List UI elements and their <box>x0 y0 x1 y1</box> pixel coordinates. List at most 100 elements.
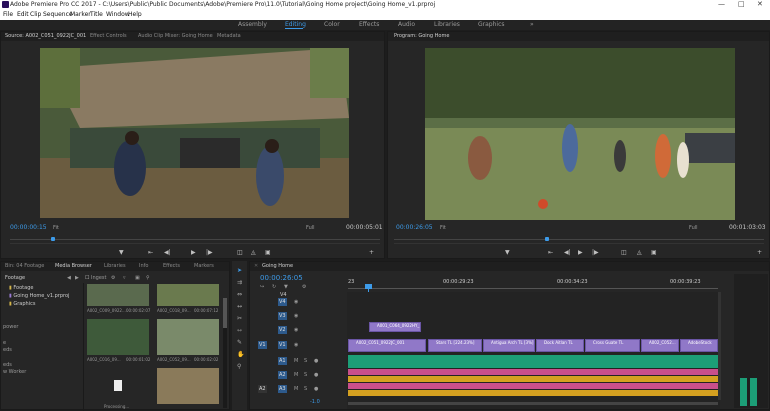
thumb-2[interactable] <box>157 284 219 306</box>
track-v4-target[interactable]: V4 <box>278 298 287 306</box>
ripple-edit-tool-icon[interactable]: ⇔ <box>237 291 244 298</box>
tab-source[interactable]: Source: A002_C051_0922JC_001 <box>5 33 86 39</box>
ingest-checkbox[interactable]: ☐ <box>85 275 89 281</box>
source-time-ruler[interactable] <box>10 239 380 240</box>
track-v1-target[interactable]: V1 <box>278 341 287 349</box>
audio-a3-music[interactable] <box>348 390 718 396</box>
timeline-settings-icon[interactable]: ⚙ <box>302 284 306 290</box>
source-a2-patch[interactable]: A2 <box>258 385 267 393</box>
workspace-color[interactable]: Color <box>324 21 340 28</box>
eye-icon[interactable]: ◉ <box>294 342 298 348</box>
workspace-effects[interactable]: Effects <box>359 21 379 28</box>
program-play-icon[interactable]: ▶ <box>578 249 583 256</box>
tab-media-browser[interactable]: Media Browser <box>55 263 92 269</box>
tab-effect-controls[interactable]: Effect Controls <box>90 33 127 39</box>
clip-v1-1[interactable]: A002_C051_0922JC_001 <box>348 339 426 352</box>
source-add-button-icon[interactable]: + <box>369 249 374 256</box>
tab-audio-clip-mixer[interactable]: Audio Clip Mixer: Going Home <box>138 33 213 39</box>
timeline-vertical-scrollbar[interactable] <box>718 292 721 400</box>
workspace-editing[interactable]: Editing <box>285 21 306 28</box>
clip-v2[interactable]: A001_C064_0922HY_ <box>369 322 421 332</box>
tab-program[interactable]: Program: Going Home <box>394 33 449 39</box>
menu-edit[interactable]: Edit <box>17 11 29 18</box>
linked-selection-icon[interactable]: ↻ <box>272 284 276 290</box>
mic-icon[interactable]: ● <box>314 386 318 392</box>
solo-icon[interactable]: S <box>304 386 307 392</box>
razor-tool-icon[interactable]: ✂ <box>237 315 244 322</box>
workspace-audio[interactable]: Audio <box>398 21 415 28</box>
eye-icon[interactable]: ◉ <box>294 327 298 333</box>
program-zoom-bar[interactable] <box>394 243 764 244</box>
workspace-graphics[interactable]: Graphics <box>478 21 505 28</box>
tab-going-home[interactable]: Going Home <box>262 263 293 269</box>
timeline-zoom-bar[interactable] <box>348 402 718 405</box>
program-fit-select[interactable]: Fit <box>440 225 446 231</box>
timeline-playhead-handle[interactable] <box>365 284 372 289</box>
program-add-button-icon[interactable]: + <box>757 249 762 256</box>
source-insert-icon[interactable]: ◫ <box>237 249 243 256</box>
program-step-forward-icon[interactable]: |▶ <box>592 249 599 256</box>
maximize-icon[interactable]: □ <box>738 0 745 8</box>
program-time-ruler[interactable] <box>394 239 764 240</box>
source-playhead[interactable] <box>51 237 55 241</box>
hand-tool-icon[interactable]: ✋ <box>237 351 244 358</box>
mic-icon[interactable]: ● <box>314 372 318 378</box>
menu-sequence[interactable]: Sequence <box>43 11 73 18</box>
search-icon[interactable]: ⚲ <box>146 275 150 281</box>
tree-item-project-file[interactable]: ▮ Going Home_v1.prproj <box>9 293 69 299</box>
source-go-in-icon[interactable]: ⇤ <box>148 249 153 256</box>
source-mark-in-icon[interactable]: ▼ <box>119 249 124 256</box>
track-v3-target[interactable]: V3 <box>278 312 287 320</box>
program-quality-select[interactable]: Full <box>689 225 698 231</box>
nav-forward-icon[interactable]: ▶ <box>75 275 79 281</box>
track-select-tool-icon[interactable]: ⇉ <box>237 279 244 286</box>
workspace-assembly[interactable]: Assembly <box>238 21 267 28</box>
program-step-back-icon[interactable]: ◀| <box>564 249 571 256</box>
track-a1-target[interactable]: A1 <box>278 357 287 365</box>
source-fit-select[interactable]: Fit <box>53 225 59 231</box>
pen-tool-icon[interactable]: ✎ <box>237 339 244 346</box>
tab-markers[interactable]: Markers <box>194 263 214 269</box>
slip-tool-icon[interactable]: ⇿ <box>237 327 244 334</box>
add-marker-icon[interactable]: ▼ <box>284 284 288 290</box>
clip-v1-3[interactable]: Antigua Arch TL [3%] <box>483 339 535 352</box>
clip-v1-7[interactable]: AdobeStock <box>680 339 718 352</box>
mic-icon[interactable]: ● <box>314 358 318 364</box>
folder-select[interactable]: Footage <box>5 275 25 281</box>
menu-clip[interactable]: Clip <box>30 11 41 18</box>
track-v2-target[interactable]: V2 <box>278 326 287 334</box>
scrollbar-thumb[interactable] <box>223 298 227 328</box>
mute-icon[interactable]: M <box>294 386 298 392</box>
clip-v1-4[interactable]: Dock Aitlan TL <box>536 339 584 352</box>
program-video-frame[interactable] <box>425 48 735 220</box>
source-timecode[interactable]: 00:00:00:15 <box>10 224 47 231</box>
menu-marker[interactable]: Marker <box>70 11 91 18</box>
nav-back-icon[interactable]: ◀ <box>67 275 71 281</box>
mute-icon[interactable]: M <box>294 372 298 378</box>
menu-file[interactable]: File <box>3 11 13 18</box>
timeline-timecode[interactable]: 00:00:26:05 <box>260 274 303 282</box>
selection-tool-icon[interactable]: ➤ <box>237 267 244 274</box>
thumb-6[interactable] <box>157 368 219 404</box>
menu-help[interactable]: Help <box>128 11 142 18</box>
program-camera-icon[interactable]: ▣ <box>651 249 657 256</box>
source-quality-select[interactable]: Full <box>306 225 315 231</box>
tree-item-graphics[interactable]: ▮ Graphics <box>9 301 35 307</box>
filter-icon[interactable]: ▿ <box>123 275 126 281</box>
track-a3-target[interactable]: A3 <box>278 385 287 393</box>
source-zoom-bar[interactable] <box>10 243 380 244</box>
solo-icon[interactable]: S <box>304 358 307 364</box>
track-a2-target[interactable]: A2 <box>278 371 287 379</box>
mute-icon[interactable]: M <box>294 358 298 364</box>
source-overwrite-icon[interactable]: ◬ <box>251 249 256 256</box>
solo-icon[interactable]: S <box>304 372 307 378</box>
source-step-back-icon[interactable]: ◀| <box>164 249 171 256</box>
menu-window[interactable]: Window <box>106 11 130 18</box>
clip-v1-5[interactable]: Cross Guate TL <box>585 339 640 352</box>
tab-info[interactable]: Info <box>139 263 148 269</box>
tab-bin-footage[interactable]: Bin: 04 Footage <box>5 263 44 269</box>
workspace-libraries[interactable]: Libraries <box>434 21 460 28</box>
thumb-1[interactable] <box>87 284 149 306</box>
tab-libraries[interactable]: Libraries <box>104 263 126 269</box>
view-icon[interactable]: ▣ <box>135 275 140 281</box>
